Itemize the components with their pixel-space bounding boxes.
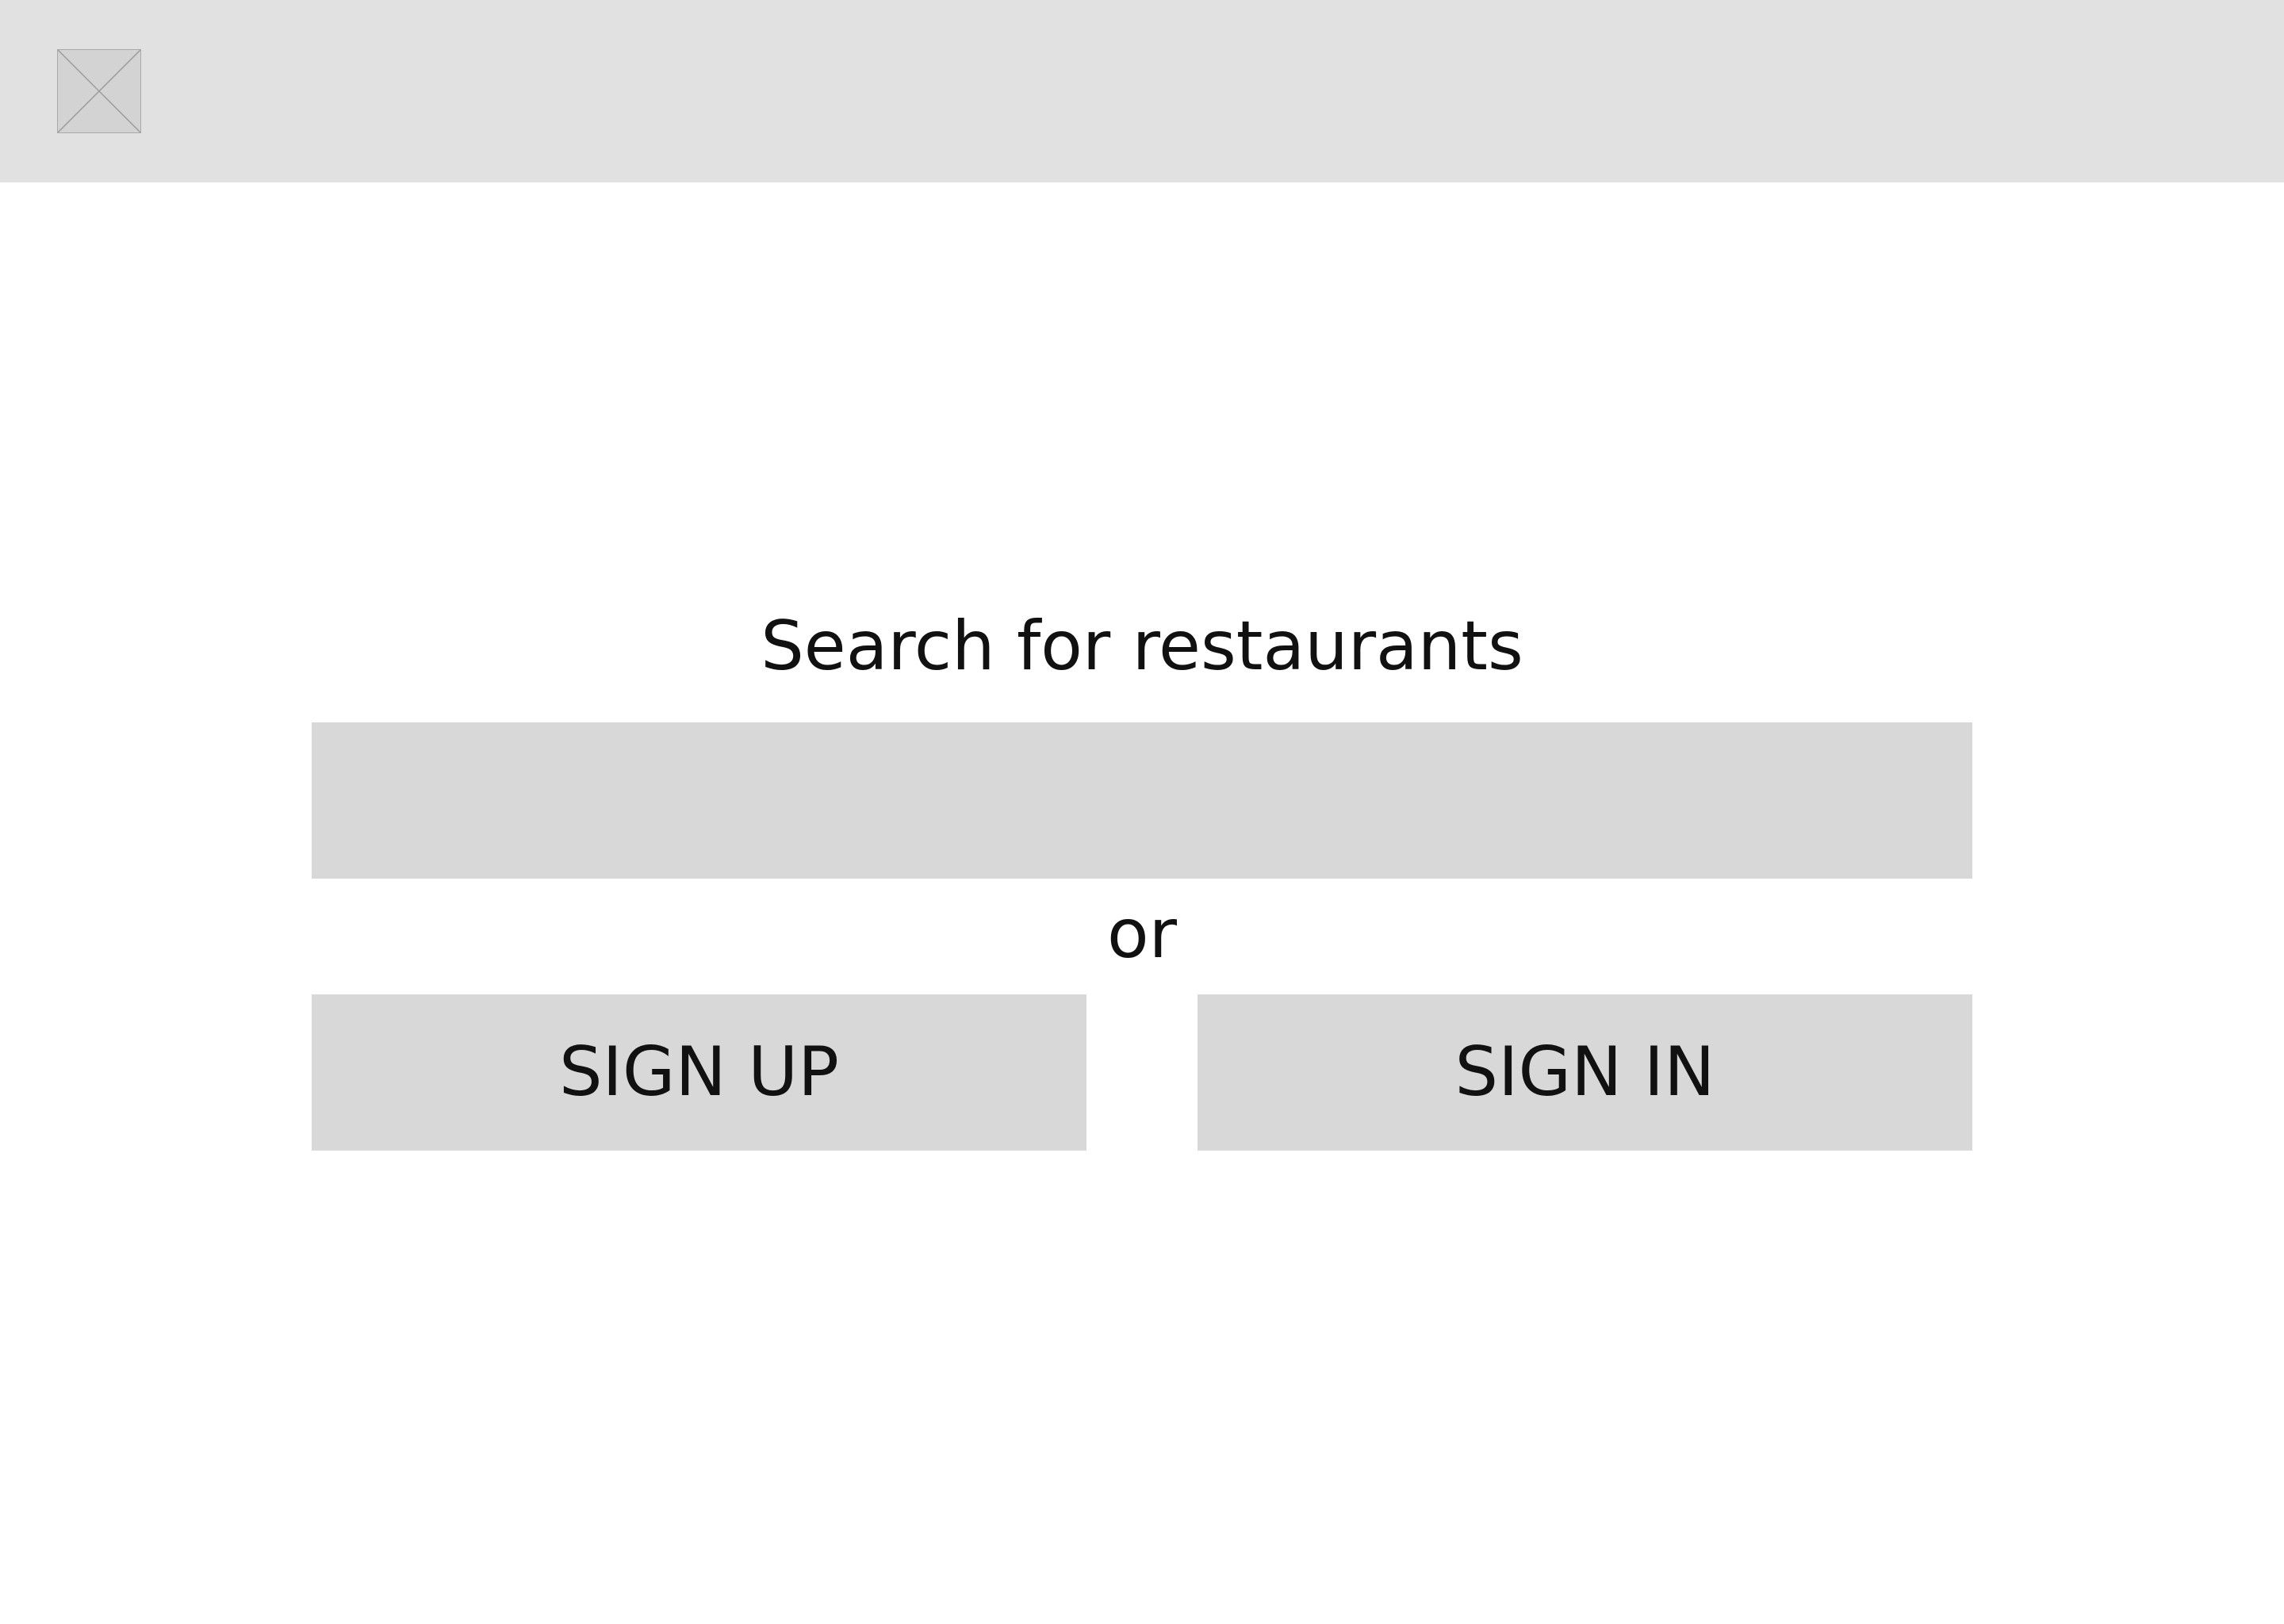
page-title: Search for restaurants [761, 607, 1523, 686]
search-input[interactable] [312, 722, 1972, 879]
image-placeholder-icon [57, 49, 141, 133]
sign-up-button[interactable]: SIGN UP [312, 994, 1086, 1151]
page: Search for restaurants or SIGN UP SIGN I… [0, 0, 2284, 1624]
sign-in-button[interactable]: SIGN IN [1198, 994, 1972, 1151]
or-separator: or [1107, 894, 1177, 974]
top-bar [0, 0, 2284, 182]
